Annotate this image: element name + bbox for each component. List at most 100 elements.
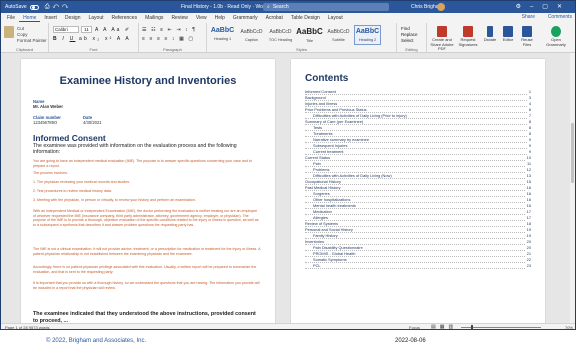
tab-grammarly[interactable]: Grammarly [229,15,262,21]
style-subtitle[interactable]: AaBbCcD Subtitle [325,25,352,45]
style-name: Heading 1 [213,37,232,41]
tab-references[interactable]: References [108,15,142,21]
style-heading-2[interactable]: AaBbC Heading 2 [354,25,381,45]
toc-entry-title: Prior Problems and Previous Status [305,107,369,112]
toc-entry-title: PROMIS - Global Health [313,251,358,256]
style-sample: AaBbCcD [327,29,350,35]
style-name: Subtitle [332,38,345,42]
style-name: Heading 2 [358,38,377,42]
tab-insert[interactable]: Insert [40,15,61,21]
pdf-icon [437,26,447,37]
toc-entry-title: Mental health treatments [313,203,358,208]
document-canvas[interactable]: Examinee History and Inventories Name Mr… [1,53,575,323]
clipboard-label: Clipboard [15,47,34,52]
status-bar: Page 1 of 28 9573 words Focus ▤▦▥ 70% [1,323,575,329]
tab-review[interactable]: Review [167,15,191,21]
toc-entry-title: Background [305,95,328,100]
style-sample: AaBbC [210,27,235,34]
toc-entry-title: Summary of Care (per Examinee) [305,119,366,124]
tab-table-design[interactable]: Table Design [287,15,324,21]
format-painter-button[interactable]: Format Painter [17,38,47,44]
tab-file[interactable]: File [3,15,19,21]
quick-access-icons[interactable]: ⎙↶↷ [45,4,72,11]
tab-acrobat[interactable]: Acrobat [262,15,287,21]
style-name: Title [305,39,314,43]
style-caption[interactable]: AaBbCcD Caption [238,25,265,45]
share-button[interactable]: Share [522,14,535,20]
tab-layout[interactable]: Layout [85,15,108,21]
scrollbar-thumb[interactable] [571,123,574,183]
tab-design[interactable]: Design [61,15,85,21]
search-box[interactable]: ⌕ Search [263,3,389,11]
search-placeholder: Search [272,4,289,10]
page-2[interactable]: Contents Informed Consent 1 Background 3 Inj… [291,59,545,323]
ribbon: Cut Copy Format Painter Clipboard Calibr… [1,23,575,53]
reuse-files-icon [522,26,532,37]
font-size-select[interactable]: 11 [81,26,92,33]
vertical-scrollbar[interactable] [570,53,575,323]
toc-entry-title: Pain [313,161,323,166]
footer-date: 2022-08-06 [395,338,426,344]
align-buttons[interactable]: ≡ ≡ ≡ ≡ ↕ ▦ ▢ [142,36,195,42]
toc-entry-title: Somatic Symptoms [313,257,349,262]
tab-help[interactable]: Help [211,15,229,21]
tab-table-layout[interactable]: Layout [324,15,347,21]
claim-value: 123456789O [33,120,58,125]
footer-copyright: © 2022, Brigham and Associates, Inc. [46,338,147,344]
toc-entry-title: Pain Disability Questionnaire [313,245,365,250]
paragraph: It is important that you provide us with… [33,281,260,290]
font-size-controls[interactable]: A A Aa ✐ [95,27,131,33]
paragraph: With an independent Medical or Independe… [33,209,259,227]
search-icon: ⌕ [267,4,270,10]
style-name: Caption [244,38,259,42]
request-signatures-button[interactable]: Request Signatures [455,26,481,47]
style-sample: AaBbCcD [240,29,263,35]
consent-lead: The examinee was provided with informati… [33,143,237,155]
style-title[interactable]: AaBbC Title [296,25,323,45]
tab-home[interactable]: Home [19,15,41,22]
create-pdf-button[interactable]: Create and Share Adobe PDF [429,26,455,52]
toc-entry-title: Narrative summary by examinee [313,137,372,142]
text-format-buttons[interactable]: B I U ab x₂ x² A A [53,36,131,42]
open-grammarly-button[interactable]: Open Grammarly [541,26,571,47]
zoom-slider[interactable] [461,325,541,329]
toc-entry-title: Other hospitalizations [313,197,353,202]
toc-entry-title: Difficulties with Activities of Daily Li… [313,173,394,178]
editing-label: Editing [405,47,418,52]
document-title: Final History - 1.0b · Read Only · Word [181,4,268,10]
clipboard-group: Cut Copy Format Painter Clipboard [1,23,49,53]
style-toc-heading[interactable]: AaBbCcD TOC Heading [267,25,294,45]
table-of-contents: Informed Consent 1 Background 3 Injuries and… [305,89,531,269]
paragraph: You are going to have an independent med… [33,159,252,168]
paragraph: 3. Meeting with the physician, in person… [33,198,196,202]
style-heading-1[interactable]: AaBbC Heading 1 [209,25,236,45]
editor-button[interactable]: Editor [499,26,517,43]
toc-entry-title: Surgeries [313,191,332,196]
style-name: TOC Heading [268,38,293,42]
toc-entry-title: Personal and Social History [305,227,355,232]
tab-mailings[interactable]: Mailings [141,15,167,21]
toc-entry-title: Review of Systems [305,221,341,226]
paragraph: 1. The physician reviewing your medical … [33,180,131,184]
avatar[interactable] [437,3,445,11]
paste-icon[interactable] [4,26,14,38]
toc-entry-title: Past Medical History [305,185,343,190]
tab-view[interactable]: View [192,15,211,21]
list-buttons[interactable]: ☰ ☷ ≡ ⇤ ⇥ ↕ ¶ [142,27,197,33]
toc-entry[interactable]: PCL 23 [305,263,531,269]
request-signatures-label: Request Signatures [458,37,478,47]
styles-label: Styles [296,47,307,52]
reuse-files-button[interactable]: Reuse Files [517,26,537,47]
font-label: Font [89,47,98,52]
font-family-select[interactable]: Calibri [53,26,79,33]
autosave-toggle[interactable] [29,4,39,10]
grammarly-icon [551,26,561,37]
page-1[interactable]: Examinee History and Inventories Name Mr… [21,59,275,323]
window-controls[interactable]: ⚙–▢✕ [516,3,571,10]
style-sample: AaBbCcD [269,29,292,35]
select-button[interactable]: Select [401,38,418,44]
document-heading: Examinee History and Inventories [59,75,237,87]
toc-entry-title: PCL [313,263,323,268]
comments-button[interactable]: Comments [548,14,572,20]
dictate-button[interactable]: Dictate [481,26,499,43]
